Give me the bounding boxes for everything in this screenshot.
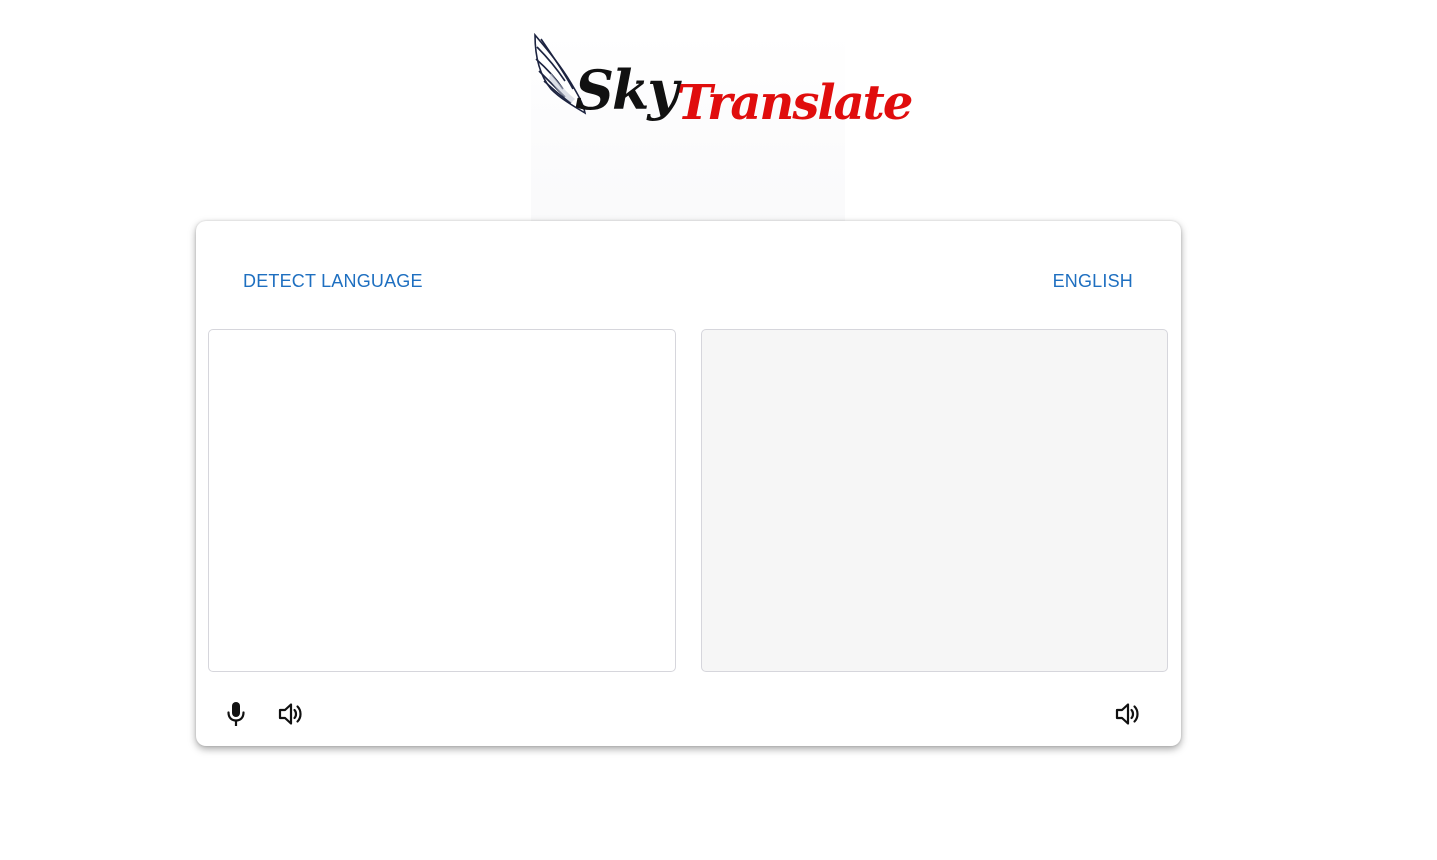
speak-target-button[interactable] — [1112, 698, 1144, 730]
target-language-button[interactable]: ENGLISH — [1053, 267, 1133, 295]
logo-sky-text: Sky — [575, 58, 679, 122]
microphone-icon — [227, 702, 245, 726]
speak-source-button[interactable] — [275, 698, 307, 730]
volume-icon — [278, 703, 302, 725]
source-text-input[interactable] — [208, 329, 676, 672]
source-language-button[interactable]: DETECT LANGUAGE — [243, 267, 423, 295]
microphone-button[interactable] — [220, 698, 252, 730]
page: SkyTranslate DETECT LANGUAGE ENGLISH — [0, 0, 1437, 860]
translator-card: DETECT LANGUAGE ENGLISH — [196, 221, 1181, 746]
logo-text: SkyTranslate — [575, 63, 913, 127]
logo-translate-text: Translate — [676, 75, 914, 131]
translated-text-output[interactable] — [701, 329, 1168, 672]
volume-icon — [1115, 703, 1139, 725]
